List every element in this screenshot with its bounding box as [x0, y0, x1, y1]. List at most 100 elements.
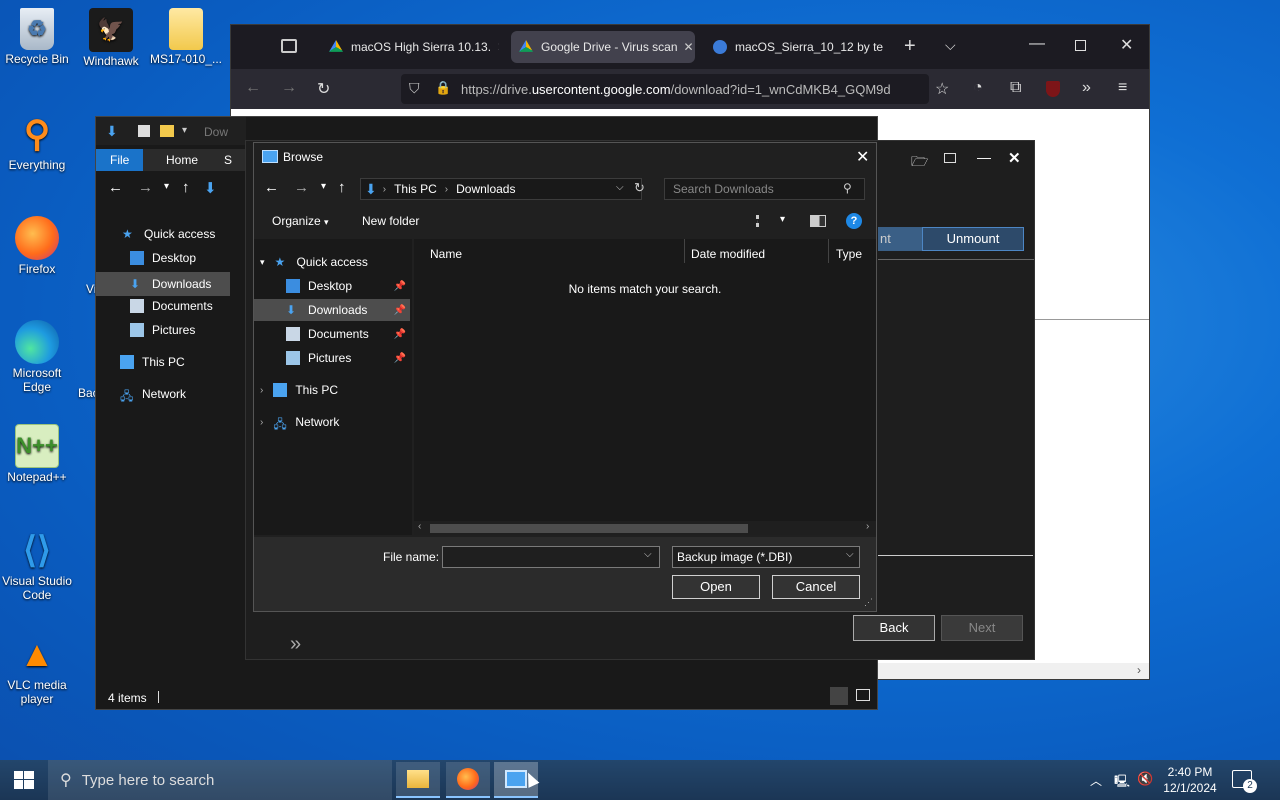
column-header-name[interactable]: Name — [430, 247, 462, 261]
chevron-down-icon[interactable]: ⌵ — [616, 182, 624, 193]
close-icon[interactable]: ✕ — [883, 40, 885, 54]
scroll-left-icon[interactable]: ‹ — [418, 521, 421, 532]
preview-pane-icon[interactable] — [810, 215, 826, 227]
ribbon-tab-share[interactable]: S — [210, 149, 246, 171]
back-arrow-icon[interactable]: ← — [245, 79, 261, 97]
back-arrow-icon[interactable]: ← — [264, 179, 279, 196]
pin-icon[interactable]: 📌 — [394, 281, 406, 292]
details-view-icon[interactable] — [830, 687, 848, 705]
folder-icon[interactable] — [160, 125, 174, 137]
cancel-button[interactable]: Cancel — [772, 575, 860, 599]
nav-item-downloads[interactable]: ⬇ Downloads — [96, 272, 230, 296]
breadcrumb-this-pc[interactable]: This PC — [394, 182, 437, 196]
help-icon[interactable]: ? — [846, 213, 862, 229]
maximize-icon[interactable] — [1075, 40, 1086, 51]
close-icon[interactable]: ✕ — [856, 147, 869, 167]
next-button[interactable]: Next — [941, 615, 1023, 641]
nav-item-documents[interactable]: Documents — [130, 299, 213, 313]
taskbar-search[interactable]: ⚲ Type here to search — [48, 760, 392, 800]
minimize-icon[interactable]: — — [1029, 35, 1045, 53]
pin-icon[interactable]: 📌 — [394, 353, 406, 364]
desktop-icon-firefox[interactable]: Firefox — [0, 216, 77, 276]
refresh-icon[interactable]: ↻ — [634, 180, 645, 196]
tree-item-downloads[interactable]: ⬇ Downloads 📌 — [254, 299, 410, 321]
reload-icon[interactable]: ↻ — [317, 79, 330, 99]
star-bookmark-icon[interactable]: ☆ — [935, 79, 949, 99]
close-icon[interactable]: ✕ — [1008, 149, 1021, 167]
desktop-icon-windhawk[interactable]: 🦅 Windhawk — [71, 8, 151, 68]
organize-menu[interactable]: Organize ▾ — [272, 214, 329, 228]
address-bar[interactable]: ⬇ › This PC › Downloads — [360, 178, 642, 200]
up-arrow-icon[interactable]: ↑ — [338, 179, 346, 196]
tree-item-this-pc[interactable]: › This PC — [254, 379, 410, 401]
column-divider[interactable] — [828, 239, 829, 263]
tree-item-pictures[interactable]: Pictures 📌 — [254, 347, 410, 369]
back-button[interactable]: Back — [853, 615, 935, 641]
tree-item-desktop[interactable]: Desktop 📌 — [254, 275, 410, 297]
chevron-down-icon[interactable]: ▾ — [321, 181, 326, 192]
desktop-icon-ms17-folder[interactable]: MS17-010_... — [146, 8, 226, 66]
browser-tab[interactable]: macOS_Sierra_10_12 by te ✕ — [705, 31, 885, 63]
open-button[interactable]: Open — [672, 575, 760, 599]
close-icon[interactable]: ✕ — [678, 40, 694, 54]
tree-item-network[interactable]: › 🖧 Network — [254, 411, 410, 433]
desktop-icon-edge[interactable]: Microsoft Edge — [0, 320, 77, 394]
url-bar[interactable]: ⛉ 🔒 https://drive. usercontent.google.com… — [401, 74, 929, 104]
open-folder-icon[interactable]: 🗁 — [911, 151, 928, 175]
desktop-icon-recycle-bin[interactable]: ♻ Recycle Bin — [0, 8, 77, 66]
overflow-menu-icon[interactable]: » — [1082, 79, 1091, 97]
chevron-up-icon[interactable]: ︿ — [1090, 772, 1102, 789]
taskbar-file-explorer[interactable] — [396, 762, 440, 798]
nav-item-network[interactable]: 🖧 Network — [120, 387, 186, 403]
notification-center-icon[interactable]: 2 — [1232, 770, 1257, 793]
scroll-right-icon[interactable]: › — [1137, 663, 1141, 677]
back-arrow-icon[interactable]: ← — [108, 179, 123, 196]
view-options-icon[interactable] — [756, 215, 770, 227]
browser-tab-active[interactable]: Google Drive - Virus scan ✕ — [511, 31, 695, 63]
extensions-icon[interactable]: ⧉ — [1010, 79, 1021, 97]
network-status-icon[interactable]: 🖳 — [1114, 772, 1130, 793]
forward-arrow-icon[interactable]: → — [138, 179, 153, 196]
chevron-down-icon[interactable]: ⌵ — [846, 549, 854, 560]
file-name-input[interactable] — [442, 546, 660, 568]
properties-icon[interactable] — [138, 125, 150, 137]
nav-item-quick-access[interactable]: ★ Quick access — [122, 227, 215, 241]
windows-start-icon[interactable] — [14, 771, 34, 789]
pin-icon[interactable]: 📌 — [394, 329, 406, 340]
ribbon-tab-file[interactable]: File — [96, 149, 144, 171]
desktop-icon-notepadpp[interactable]: N++ Notepad++ — [0, 424, 77, 484]
breadcrumb-downloads[interactable]: Downloads — [456, 182, 515, 196]
volume-muted-icon[interactable]: 🔇 — [1137, 771, 1153, 787]
forward-arrow-icon[interactable]: → — [281, 79, 297, 97]
new-folder-button[interactable]: New folder — [362, 214, 419, 228]
chevron-down-icon[interactable]: ▾ — [780, 214, 785, 225]
scrollbar-thumb[interactable] — [430, 524, 748, 533]
unmount-button[interactable]: Unmount — [922, 227, 1024, 251]
up-arrow-icon[interactable]: ↑ — [182, 179, 190, 196]
horizontal-scrollbar[interactable]: ‹ › — [414, 521, 876, 535]
tree-item-quick-access[interactable]: ▾ ★ Quick access — [254, 251, 410, 273]
forward-arrow-icon[interactable]: → — [294, 179, 309, 196]
large-icons-view-icon[interactable] — [856, 689, 870, 701]
chevron-down-icon[interactable]: ⌵ — [945, 37, 956, 54]
browser-tab[interactable]: macOS High Sierra 10.13. ✕ — [321, 31, 499, 63]
firefox-view-icon[interactable]: ◔ — [973, 79, 983, 97]
desktop-icon-vscode[interactable]: ⟨⟩ Visual Studio Code — [0, 528, 77, 603]
desktop-icon-everything[interactable]: ⚲ Everything — [0, 112, 77, 173]
file-type-select[interactable]: Backup image (*.DBI) — [672, 546, 860, 568]
close-icon[interactable]: ✕ — [491, 40, 499, 54]
column-header-type[interactable]: Type — [836, 247, 862, 261]
chevron-down-icon[interactable]: ▾ — [164, 181, 169, 192]
column-header-date[interactable]: Date modified — [691, 247, 765, 261]
scroll-right-icon[interactable]: › — [866, 521, 869, 532]
chevron-down-icon[interactable]: ▾ — [182, 125, 187, 136]
taskbar-firefox[interactable] — [446, 762, 490, 798]
nav-item-desktop[interactable]: Desktop — [130, 251, 196, 265]
column-divider[interactable] — [684, 239, 685, 263]
hamburger-menu-icon[interactable]: ≡ — [1118, 79, 1127, 97]
tab-manager-icon[interactable] — [281, 39, 297, 53]
pin-icon[interactable]: 📌 — [394, 305, 406, 316]
minimize-icon[interactable]: — — [977, 149, 991, 165]
mount-button[interactable]: nt — [878, 227, 922, 251]
taskbar-clock[interactable]: 2:40 PM 12/1/2024 — [1160, 764, 1220, 796]
